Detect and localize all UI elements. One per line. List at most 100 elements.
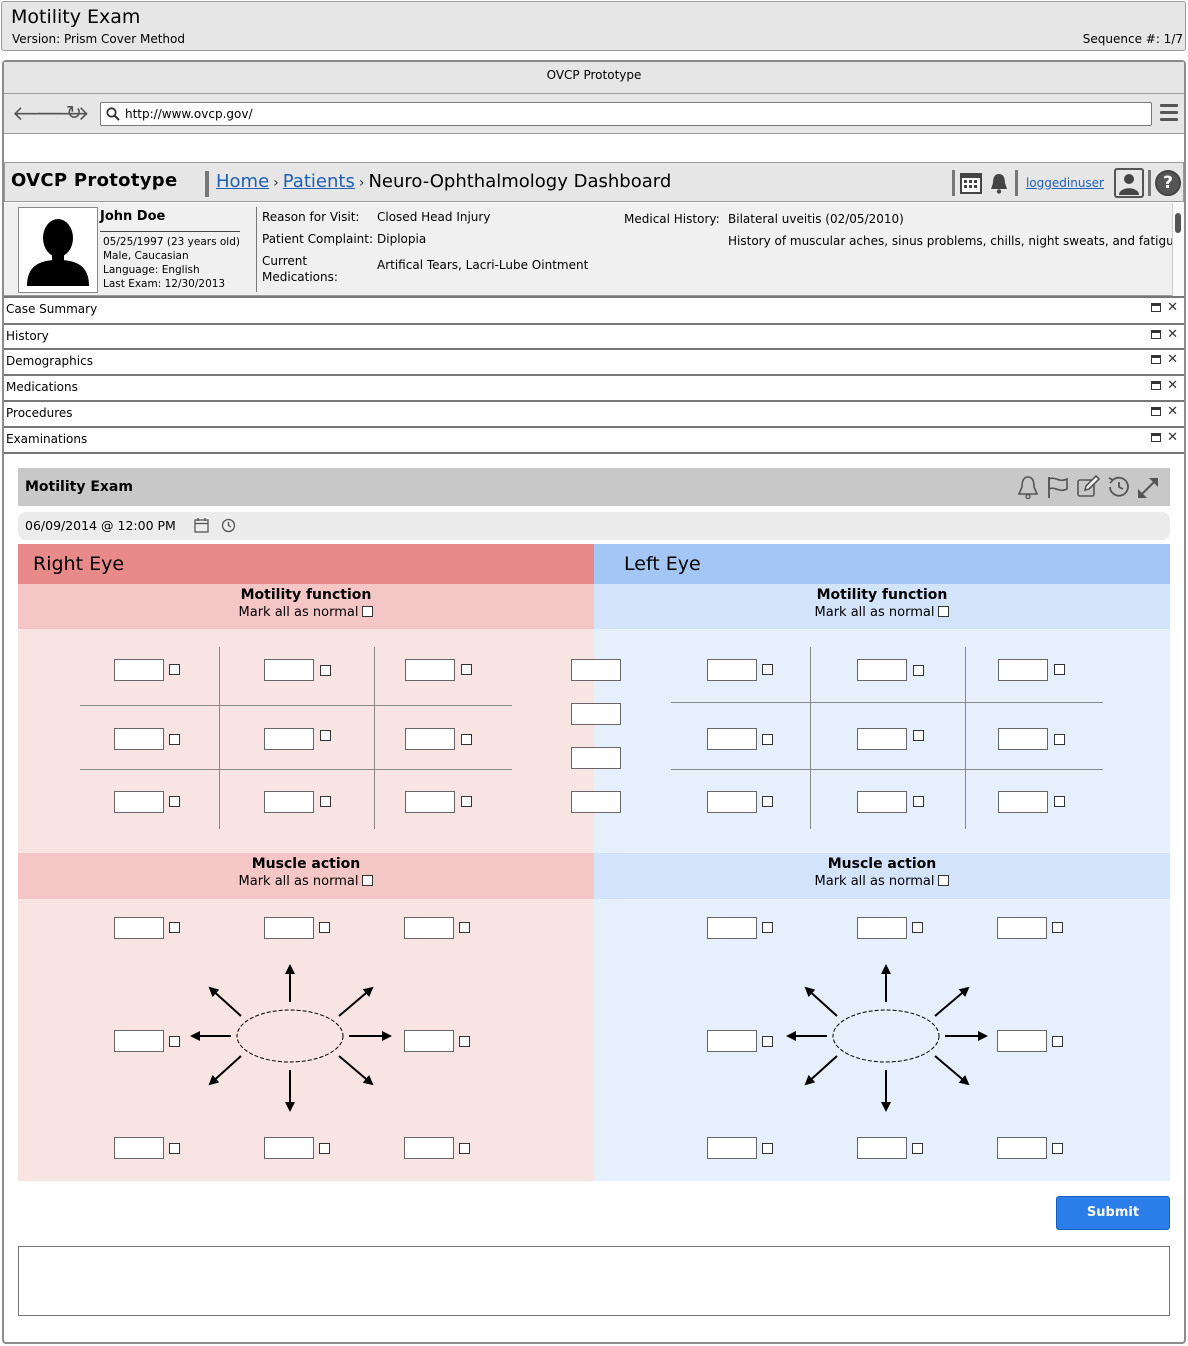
right-motility-checkbox[interactable]	[320, 665, 331, 676]
right-motility-input[interactable]	[405, 791, 455, 813]
left-muscle-checkbox[interactable]	[912, 922, 923, 933]
left-motility-checkbox[interactable]	[1054, 796, 1065, 807]
accordion-case-summary[interactable]: Case Summary ✕	[4, 296, 1184, 322]
right-muscle-checkbox[interactable]	[169, 1143, 180, 1154]
patient-scrollbar[interactable]	[1172, 203, 1184, 296]
accordion-demographics[interactable]: Demographics ✕	[4, 348, 1184, 374]
edit-icon[interactable]	[1076, 474, 1100, 500]
right-motility-input[interactable]	[114, 728, 164, 750]
accordion-procedures[interactable]: Procedures ✕	[4, 400, 1184, 426]
left-motility-mark-normal-checkbox[interactable]	[938, 606, 950, 617]
accordion-history[interactable]: History ✕	[4, 323, 1184, 349]
right-motility-input[interactable]	[114, 791, 164, 813]
left-motility-input[interactable]	[857, 659, 907, 681]
left-muscle-input[interactable]	[997, 1030, 1047, 1052]
breadcrumb-patients-link[interactable]: Patients	[283, 171, 355, 192]
flag-icon[interactable]	[1046, 474, 1070, 500]
center-input[interactable]	[571, 703, 621, 725]
submit-button[interactable]: Submit	[1056, 1196, 1170, 1230]
right-muscle-input[interactable]	[404, 1137, 454, 1159]
left-motility-checkbox[interactable]	[1054, 734, 1065, 745]
left-motility-checkbox[interactable]	[913, 730, 924, 741]
left-motility-input[interactable]	[707, 659, 757, 681]
right-motility-input[interactable]	[264, 659, 314, 681]
calendar-icon[interactable]	[194, 518, 209, 533]
right-muscle-checkbox[interactable]	[459, 922, 470, 933]
accordion-examinations[interactable]: Examinations ✕	[4, 426, 1184, 454]
right-muscle-input[interactable]	[404, 1030, 454, 1052]
left-motility-checkbox[interactable]	[762, 796, 773, 807]
history-icon[interactable]	[1106, 474, 1130, 500]
close-icon[interactable]: ✕	[1167, 404, 1178, 419]
right-muscle-input[interactable]	[264, 917, 314, 939]
left-muscle-input[interactable]	[707, 1030, 757, 1052]
right-motility-input[interactable]	[114, 659, 164, 681]
left-muscle-mark-normal-checkbox[interactable]	[938, 875, 950, 886]
left-motility-input[interactable]	[707, 728, 757, 750]
left-muscle-input[interactable]	[857, 917, 907, 939]
left-muscle-checkbox[interactable]	[912, 1143, 923, 1154]
close-icon[interactable]: ✕	[1167, 430, 1178, 445]
hamburger-menu-icon[interactable]	[1160, 104, 1178, 125]
left-motility-input[interactable]	[857, 728, 907, 750]
window-icon[interactable]	[1151, 433, 1162, 442]
clock-icon[interactable]	[221, 518, 236, 533]
left-motility-checkbox[interactable]	[913, 796, 924, 807]
right-muscle-checkbox[interactable]	[459, 1036, 470, 1047]
window-icon[interactable]	[1151, 303, 1162, 312]
calendar-grid-icon[interactable]	[959, 171, 983, 195]
left-muscle-checkbox[interactable]	[1052, 1036, 1063, 1047]
left-muscle-checkbox[interactable]	[1052, 922, 1063, 933]
left-muscle-input[interactable]	[857, 1137, 907, 1159]
bell-icon[interactable]	[987, 171, 1011, 195]
window-icon[interactable]	[1151, 381, 1162, 390]
window-icon[interactable]	[1151, 407, 1162, 416]
right-motility-input[interactable]	[264, 728, 314, 750]
left-motility-checkbox[interactable]	[1054, 664, 1065, 675]
expand-icon[interactable]	[1136, 474, 1160, 500]
right-motility-checkbox[interactable]	[461, 734, 472, 745]
left-motility-checkbox[interactable]	[762, 664, 773, 675]
close-icon[interactable]: ✕	[1167, 300, 1178, 315]
close-icon[interactable]: ✕	[1167, 352, 1178, 367]
right-motility-checkbox[interactable]	[461, 664, 472, 675]
left-muscle-input[interactable]	[997, 917, 1047, 939]
center-input[interactable]	[571, 659, 621, 681]
right-muscle-checkbox[interactable]	[459, 1143, 470, 1154]
left-muscle-input[interactable]	[707, 917, 757, 939]
logged-in-user-link[interactable]: loggedinuser	[1026, 176, 1104, 190]
right-motility-checkbox[interactable]	[169, 734, 180, 745]
left-muscle-input[interactable]	[707, 1137, 757, 1159]
right-motility-checkbox[interactable]	[320, 796, 331, 807]
close-icon[interactable]: ✕	[1167, 327, 1178, 342]
right-motility-input[interactable]	[264, 791, 314, 813]
right-motility-checkbox[interactable]	[169, 664, 180, 675]
right-muscle-input[interactable]	[114, 1137, 164, 1159]
right-muscle-input[interactable]	[264, 1137, 314, 1159]
left-motility-input[interactable]	[998, 659, 1048, 681]
url-bar[interactable]: http://www.ovcp.gov/	[100, 102, 1152, 126]
right-motility-checkbox[interactable]	[320, 730, 331, 741]
left-muscle-checkbox[interactable]	[762, 1036, 773, 1047]
right-motility-mark-normal-checkbox[interactable]	[362, 606, 374, 617]
left-motility-checkbox[interactable]	[762, 734, 773, 745]
reload-icon[interactable]: ↻	[66, 103, 82, 123]
left-muscle-checkbox[interactable]	[762, 922, 773, 933]
user-profile-icon[interactable]	[1114, 168, 1144, 198]
right-muscle-input[interactable]	[114, 1030, 164, 1052]
left-motility-input[interactable]	[857, 791, 907, 813]
left-motility-input[interactable]	[998, 728, 1048, 750]
bell-outline-icon[interactable]	[1016, 474, 1040, 500]
right-muscle-input[interactable]	[114, 917, 164, 939]
left-muscle-input[interactable]	[997, 1137, 1047, 1159]
window-icon[interactable]	[1151, 355, 1162, 364]
left-motility-checkbox[interactable]	[913, 665, 924, 676]
right-motility-input[interactable]	[405, 728, 455, 750]
accordion-medications[interactable]: Medications ✕	[4, 374, 1184, 400]
right-motility-checkbox[interactable]	[461, 796, 472, 807]
right-muscle-input[interactable]	[404, 917, 454, 939]
help-icon[interactable]: ?	[1155, 170, 1181, 196]
center-input[interactable]	[571, 747, 621, 769]
breadcrumb-home-link[interactable]: Home	[216, 171, 269, 192]
right-muscle-mark-normal-checkbox[interactable]	[362, 875, 374, 886]
